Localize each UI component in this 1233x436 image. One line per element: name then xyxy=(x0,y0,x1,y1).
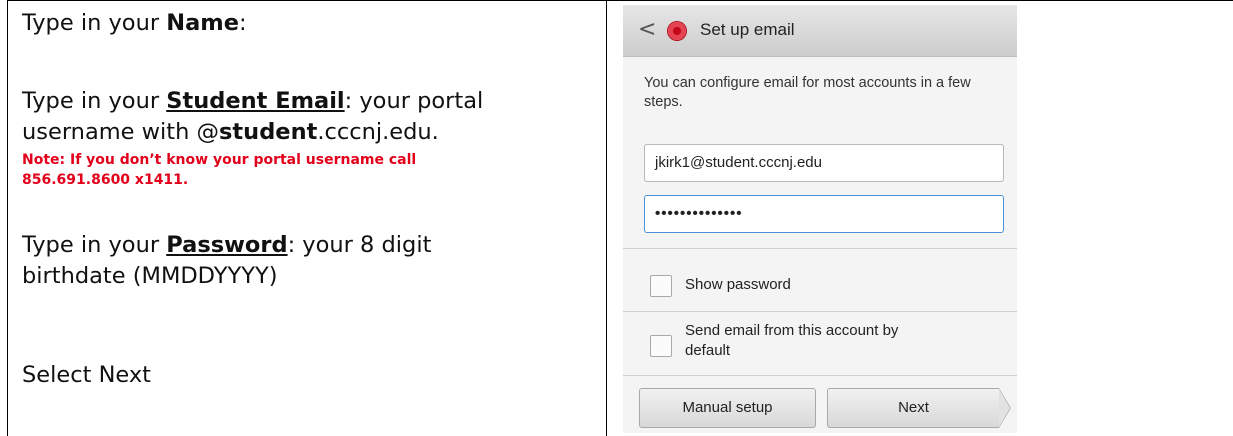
instruction-text: Type in your xyxy=(22,232,167,258)
instruction-password: Type in your Password: your 8 digit birt… xyxy=(22,230,431,292)
show-password-checkbox[interactable] xyxy=(650,275,672,297)
password-field[interactable]: •••••••••••••• xyxy=(644,195,1004,233)
instruction-text: username with @ xyxy=(22,119,220,145)
instruction-text: .cccnj.edu. xyxy=(317,119,439,145)
instruction-keyword-name: Name xyxy=(166,10,239,36)
email-field[interactable]: jkirk1@student.cccnj.edu xyxy=(644,144,1004,182)
show-password-label: Show password xyxy=(685,276,791,293)
table-column-divider xyxy=(606,0,607,436)
instruction-text: birthdate (MMDDYYYY) xyxy=(22,263,278,289)
instruction-text: : xyxy=(238,10,247,36)
manual-setup-button[interactable]: Manual setup xyxy=(639,388,816,428)
instruction-text: Type in your xyxy=(22,88,167,114)
instruction-text: : your 8 digit xyxy=(287,232,432,258)
instructions-cell: Type in your Name: Type in your Student … xyxy=(22,8,592,436)
email-app-icon xyxy=(668,22,686,40)
table-border-top xyxy=(7,0,1233,1)
next-button[interactable]: Next xyxy=(827,388,999,428)
instruction-email: Type in your Student Email: your portal … xyxy=(22,86,483,148)
instruction-keyword-student-email: Student Email xyxy=(166,88,345,114)
divider xyxy=(623,311,1017,312)
note-line-2: 856.691.8600 x1411. xyxy=(22,172,189,188)
instruction-name: Type in your Name: xyxy=(22,8,247,39)
divider xyxy=(623,248,1017,249)
note-line-1: Note: If you don’t know your portal user… xyxy=(22,152,417,168)
instruction-text: Type in your xyxy=(22,10,167,36)
header-title: Set up email xyxy=(700,20,795,39)
next-button-arrow-fill[interactable] xyxy=(999,389,1010,427)
send-default-label: Send email from this account by default xyxy=(685,322,899,359)
instruction-select-next: Select Next xyxy=(22,362,151,388)
back-chevron-icon[interactable]: < xyxy=(638,18,656,42)
phone-screenshot: < Set up email You can configure email f… xyxy=(623,5,1017,433)
action-bar: < Set up email xyxy=(623,5,1017,57)
portal-username-note: Note: If you don’t know your portal user… xyxy=(22,150,522,190)
instruction-keyword-password: Password xyxy=(166,232,288,258)
instruction-text: : your portal xyxy=(344,88,484,114)
setup-intro-text: You can configure email for most account… xyxy=(644,75,971,110)
divider xyxy=(623,375,1017,376)
send-default-checkbox[interactable] xyxy=(650,335,672,357)
instruction-keyword-student: student xyxy=(219,119,318,145)
table-border-left xyxy=(7,0,8,436)
